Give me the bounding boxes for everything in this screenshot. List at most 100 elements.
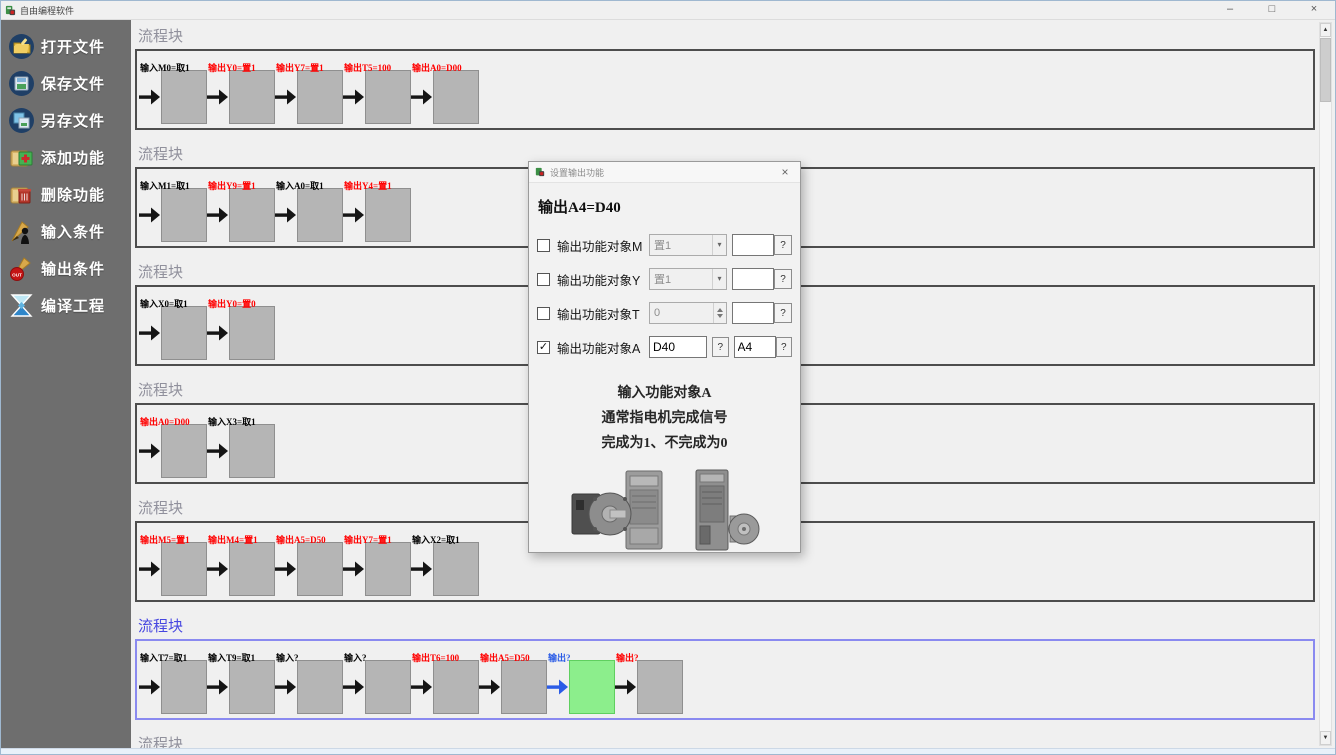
flow-step-box[interactable] — [161, 424, 207, 478]
flow-unit: 输入X3=取1 — [207, 422, 275, 480]
flow-step-box[interactable] — [433, 660, 479, 714]
number-spinner[interactable]: 0 — [649, 302, 727, 324]
flow-arrow-icon — [139, 205, 161, 225]
flow-step-box[interactable] — [229, 70, 275, 124]
sidebar-item-7[interactable]: OUT输出条件 — [1, 250, 131, 287]
help-button[interactable]: ? — [776, 337, 793, 357]
dialog-close-icon[interactable]: × — [776, 165, 794, 179]
flow-unit-label: 输出Y9=置1 — [208, 179, 256, 192]
flow-arrow-icon — [207, 559, 229, 579]
flow-unit: 输出A0=D00 — [411, 68, 479, 126]
flow-unit-label: 输入T7=取1 — [140, 651, 187, 664]
flow-unit: 输入T7=取1 — [139, 658, 207, 716]
flow-step-box[interactable] — [365, 660, 411, 714]
flow-step-box[interactable] — [365, 70, 411, 124]
dialog-help-text: 输入功能对象A通常指电机完成信号完成为1、不完成为0 — [529, 381, 800, 456]
vertical-scrollbar[interactable]: ▲ ▼ — [1319, 22, 1332, 746]
dialog-row: ✓输出功能对象A?? — [537, 335, 792, 359]
save-file-icon — [8, 70, 35, 97]
flow-arrow-icon — [343, 205, 365, 225]
close-button[interactable]: × — [1293, 1, 1335, 19]
flow-unit-label: 输入? — [344, 651, 367, 664]
flow-step-box[interactable] — [501, 660, 547, 714]
checkbox[interactable] — [537, 273, 550, 286]
checkbox[interactable]: ✓ — [537, 341, 550, 354]
flow-step-box[interactable] — [297, 70, 343, 124]
flow-step-box[interactable] — [161, 306, 207, 360]
sidebar-item-4[interactable]: 添加功能 — [1, 139, 131, 176]
flow-step-box[interactable] — [365, 188, 411, 242]
flow-step-box[interactable] — [229, 306, 275, 360]
flow-arrow-icon — [207, 323, 229, 343]
text-input[interactable] — [649, 336, 707, 358]
scroll-down-icon[interactable]: ▼ — [1320, 731, 1331, 745]
checkbox[interactable] — [537, 307, 550, 320]
text-input[interactable] — [732, 302, 774, 324]
sidebar-item-label: 输出条件 — [41, 258, 105, 279]
flow-step-box[interactable] — [365, 542, 411, 596]
flow-step-box[interactable] — [229, 660, 275, 714]
help-button[interactable]: ? — [712, 337, 729, 357]
flow-unit: 输出A5=D50 — [479, 658, 547, 716]
text-input[interactable] — [734, 336, 776, 358]
scrollbar-thumb[interactable] — [1320, 38, 1331, 102]
minimize-button[interactable]: – — [1209, 1, 1251, 19]
flow-arrow-icon — [547, 677, 569, 697]
dropdown[interactable]: 置1▾ — [649, 234, 727, 256]
flow-unit: 输入? — [275, 658, 343, 716]
flow-step-box[interactable] — [297, 542, 343, 596]
text-input[interactable] — [732, 234, 774, 256]
flow-unit: 输出? — [547, 658, 615, 716]
sidebar-item-3[interactable]: 另存文件 — [1, 102, 131, 139]
dropdown[interactable]: 置1▾ — [649, 268, 727, 290]
flow-step-box[interactable] — [433, 542, 479, 596]
servo-motor-left-image — [568, 468, 668, 556]
flow-unit-label: 输出Y4=置1 — [344, 179, 392, 192]
flow-arrow-icon — [343, 87, 365, 107]
add-function-icon — [8, 144, 35, 171]
flow-unit: 输入X2=取1 — [411, 540, 479, 598]
sidebar-item-2[interactable]: 保存文件 — [1, 65, 131, 102]
flow-step-box[interactable] — [297, 660, 343, 714]
flow-arrow-icon — [411, 559, 433, 579]
sidebar-item-6[interactable]: 输入条件 — [1, 213, 131, 250]
sidebar-item-1[interactable]: 打开文件 — [1, 28, 131, 65]
flow-step-box[interactable] — [161, 542, 207, 596]
flow-unit-label: 输入M1=取1 — [140, 179, 190, 192]
flow-step-box[interactable] — [229, 424, 275, 478]
flow-step-box[interactable] — [161, 70, 207, 124]
flow-unit: 输出T6=100 — [411, 658, 479, 716]
flow-arrow-icon — [139, 323, 161, 343]
help-button[interactable]: ? — [774, 303, 792, 323]
flow-unit-label: 输出M5=置1 — [140, 533, 190, 546]
text-input[interactable] — [732, 268, 774, 290]
flow-unit: 输出? — [615, 658, 683, 716]
flow-arrow-icon — [411, 87, 433, 107]
maximize-button[interactable]: □ — [1251, 1, 1293, 19]
checkbox[interactable] — [537, 239, 550, 252]
sidebar: 打开文件保存文件另存文件添加功能删除功能输入条件OUT输出条件编译工程 — [1, 20, 131, 748]
sidebar-item-5[interactable]: 删除功能 — [1, 176, 131, 213]
sidebar-item-8[interactable]: 编译工程 — [1, 287, 131, 324]
flow-arrow-icon — [139, 441, 161, 461]
flow-step-box[interactable] — [569, 660, 615, 714]
help-button[interactable]: ? — [774, 235, 792, 255]
flow-step-box[interactable] — [161, 660, 207, 714]
flow-unit: 输出Y7=置1 — [275, 68, 343, 126]
flow-step-box[interactable] — [229, 542, 275, 596]
flow-step-box[interactable] — [433, 70, 479, 124]
flow-step-box[interactable] — [161, 188, 207, 242]
flow-unit: 输入X0=取1 — [139, 304, 207, 362]
spinner-value: 0 — [650, 307, 713, 319]
sidebar-item-label: 另存文件 — [41, 110, 105, 131]
flow-arrow-icon — [343, 677, 365, 697]
flow-arrow-icon — [411, 677, 433, 697]
output-function-dialog: 设置输出功能 × 输出A4=D40 输出功能对象M置1▾?输出功能对象Y置1▾?… — [528, 161, 801, 553]
flow-step-box[interactable] — [229, 188, 275, 242]
scroll-up-icon[interactable]: ▲ — [1320, 23, 1331, 37]
flow-step-box[interactable] — [297, 188, 343, 242]
flow-unit-label: 输出A5=D50 — [480, 651, 530, 664]
flow-arrow-icon — [207, 87, 229, 107]
flow-step-box[interactable] — [637, 660, 683, 714]
help-button[interactable]: ? — [774, 269, 792, 289]
